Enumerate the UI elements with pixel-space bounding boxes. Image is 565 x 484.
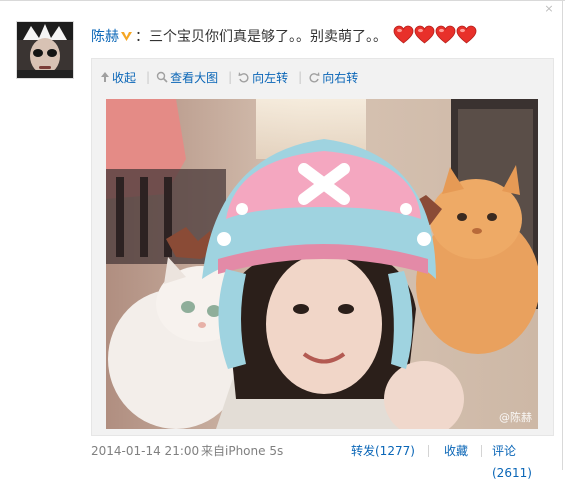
post-photo[interactable]: @陈赫	[106, 99, 538, 429]
view-large-label: 查看大图	[170, 70, 219, 85]
post-source[interactable]: 来自iPhone 5s	[201, 440, 283, 462]
favorite-button[interactable]: 收藏	[444, 440, 468, 462]
media-toolbar: 收起 | 查看大图 | 向左转 | 向右转	[100, 67, 368, 87]
photo-watermark: @陈赫	[499, 410, 532, 424]
heart-emoji-icon	[393, 25, 414, 44]
post-body: ：三个宝贝你们真是够了。。别卖萌了。。	[135, 29, 387, 45]
collapse-button[interactable]: 收起	[100, 69, 136, 86]
rotate-right-label: 向右转	[322, 70, 359, 85]
toolbar-divider: |	[228, 70, 233, 84]
post-text: 陈赫 ：三个宝贝你们真是够了。。别卖萌了。。	[91, 25, 531, 49]
arrow-up-icon	[101, 72, 109, 82]
photo-illustration: @陈赫	[106, 99, 538, 429]
heart-emoji-icon	[456, 25, 477, 44]
footer-divider	[428, 445, 429, 457]
collapse-label: 收起	[112, 70, 137, 85]
view-large-button[interactable]: | 查看大图	[146, 69, 218, 86]
emoji-group	[393, 25, 477, 52]
toolbar-divider: |	[146, 70, 151, 84]
avatar[interactable]	[16, 21, 74, 79]
post-timestamp[interactable]: 2014-01-14 21:00	[91, 440, 199, 462]
frame-right-border	[562, 0, 563, 470]
comment-button[interactable]: 评论(2611)	[492, 440, 554, 484]
magnify-icon	[156, 71, 168, 83]
footer-divider	[481, 445, 482, 457]
media-box: 收起 | 查看大图 | 向左转 | 向右转 @陈赫	[91, 58, 554, 436]
author-name[interactable]: 陈赫	[91, 29, 119, 45]
repost-button[interactable]: 转发(1277)	[351, 440, 415, 462]
heart-emoji-icon	[414, 25, 435, 44]
rotate-left-icon	[238, 72, 249, 83]
close-icon[interactable]: ×	[544, 3, 554, 14]
rotate-left-button[interactable]: | 向左转	[228, 69, 288, 86]
verified-badge-icon[interactable]	[120, 30, 133, 42]
toolbar-divider: |	[298, 70, 303, 84]
rotate-right-icon	[309, 72, 320, 83]
rotate-right-button[interactable]: | 向右转	[298, 69, 358, 86]
avatar-image	[17, 22, 73, 78]
heart-emoji-icon	[435, 25, 456, 44]
rotate-left-label: 向左转	[252, 70, 289, 85]
post-footer: 2014-01-14 21:00 来自iPhone 5s 转发(1277) 收藏…	[91, 440, 554, 480]
frame-top-border	[0, 0, 565, 1]
